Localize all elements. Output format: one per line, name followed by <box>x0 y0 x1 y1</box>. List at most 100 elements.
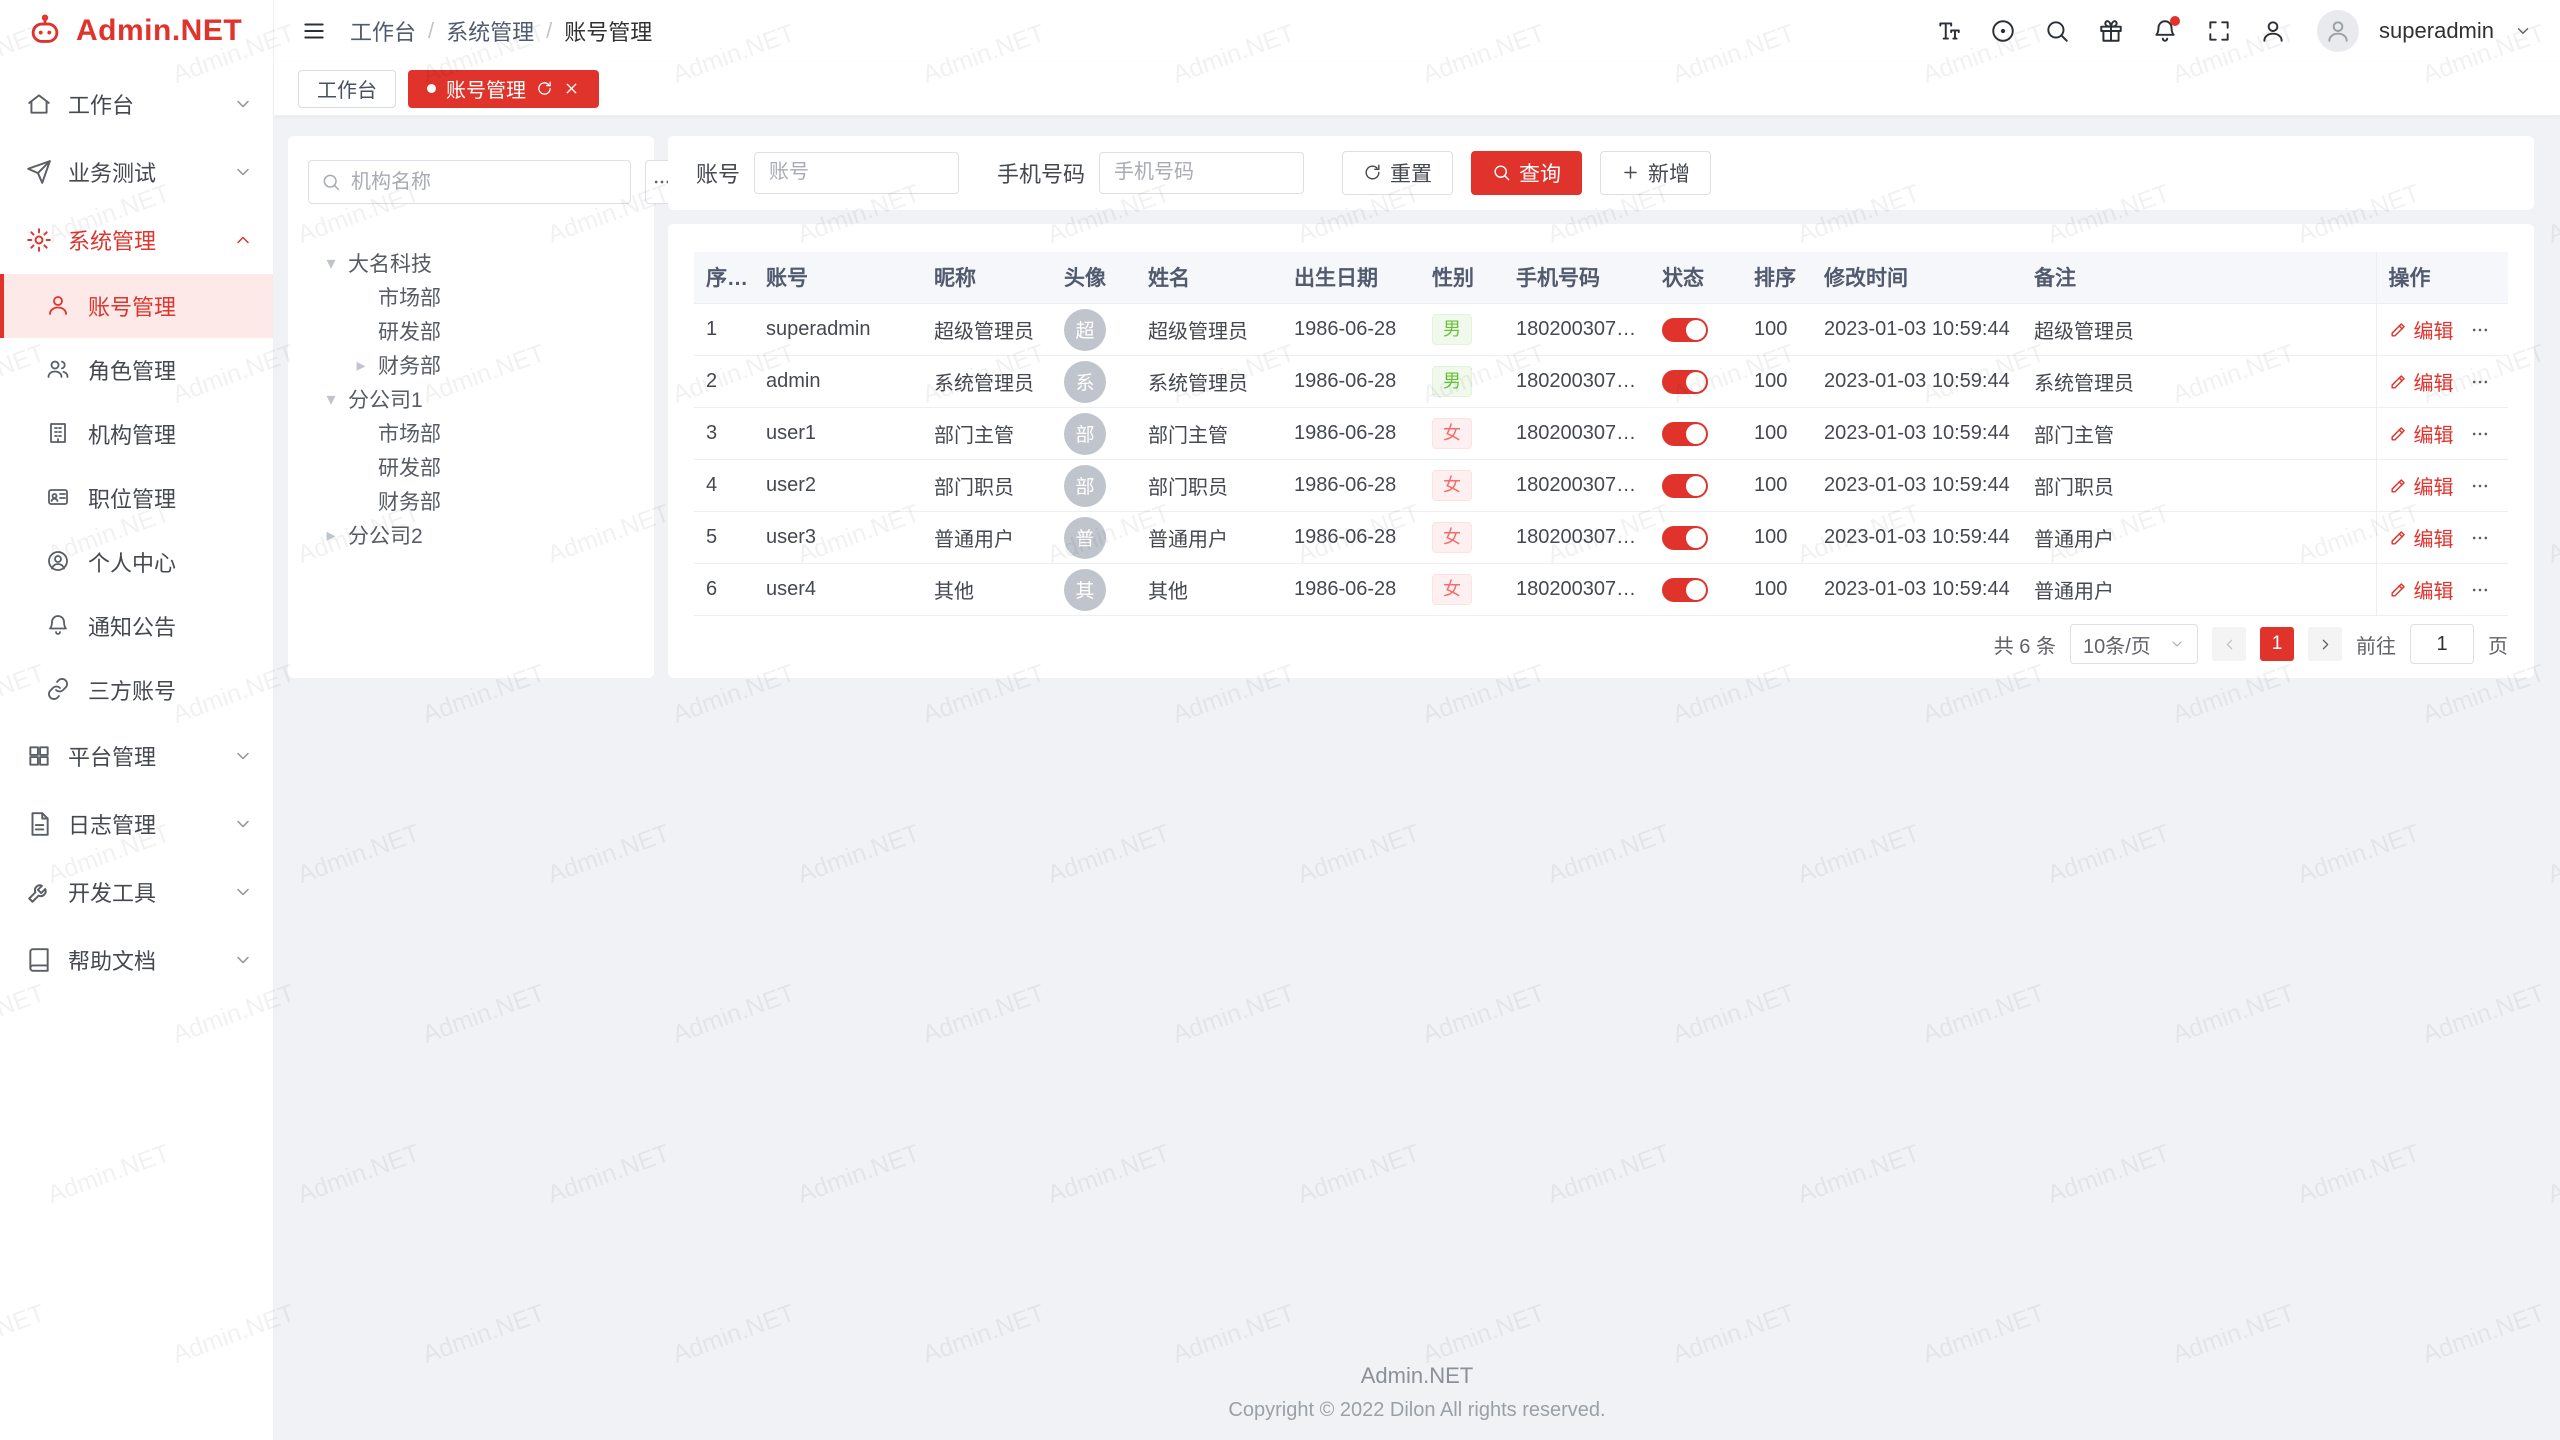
row-more-icon[interactable] <box>2470 372 2490 392</box>
tab-1[interactable]: 账号管理 <box>408 70 599 108</box>
skin-icon[interactable] <box>2095 15 2127 47</box>
breadcrumb-item-1[interactable]: 系统管理 <box>446 15 534 47</box>
font-size-icon[interactable] <box>1933 15 1965 47</box>
org-search-input[interactable] <box>349 170 618 195</box>
fullscreen-icon[interactable] <box>2203 15 2235 47</box>
caret-down-icon[interactable]: ▾ <box>318 253 344 274</box>
collapse-menu-icon[interactable] <box>298 15 330 47</box>
sidebar-item-0[interactable]: 工作台 <box>0 70 273 138</box>
cell-nickname: 超级管理员 <box>922 304 1052 356</box>
tree-node-2[interactable]: 研发部 <box>308 314 634 348</box>
cell-name: 普通用户 <box>1136 512 1282 564</box>
table-row: 3user1部门主管部部门主管1986-06-28女18020030720100… <box>694 408 2508 460</box>
cell-modified-time: 2023-01-03 10:59:44 <box>1812 356 2022 408</box>
edit-button[interactable]: 编辑 <box>2389 315 2454 344</box>
sidebar-item-6[interactable]: 帮助文档 <box>0 926 273 994</box>
sidebar-item-1[interactable]: 业务测试 <box>0 138 273 206</box>
row-more-icon[interactable] <box>2470 476 2490 496</box>
notifications-icon[interactable] <box>2149 15 2181 47</box>
sidebar-item-3[interactable]: 平台管理 <box>0 722 273 790</box>
search-icon[interactable] <box>2041 15 2073 47</box>
sidebar-subitem-1[interactable]: 角色管理 <box>0 338 273 402</box>
user-menu-chevron-icon[interactable] <box>2514 22 2532 40</box>
sidebar-subitem-3[interactable]: 职位管理 <box>0 466 273 530</box>
edit-button[interactable]: 编辑 <box>2389 471 2454 500</box>
caret-down-icon[interactable]: ▾ <box>318 389 344 410</box>
cell-birthdate: 1986-06-28 <box>1282 304 1420 356</box>
bell-icon <box>46 613 72 639</box>
sidebar-subitem-6[interactable]: 三方账号 <box>0 658 273 722</box>
theme-icon[interactable] <box>1987 15 2019 47</box>
tab-close-icon[interactable] <box>563 80 580 97</box>
logo[interactable]: Admin.NET <box>0 0 273 62</box>
status-toggle[interactable] <box>1662 370 1708 394</box>
sidebar-item-label: 平台管理 <box>68 740 217 772</box>
status-toggle[interactable] <box>1662 318 1708 342</box>
total-count: 共 6 条 <box>1994 630 2056 659</box>
tree-node-4[interactable]: ▾分公司1 <box>308 382 634 416</box>
cell-sort: 100 <box>1742 460 1812 512</box>
tree-node-7[interactable]: 财务部 <box>308 484 634 518</box>
edit-button[interactable]: 编辑 <box>2389 367 2454 396</box>
reset-button[interactable]: 重置 <box>1342 151 1453 195</box>
sidebar-subitem-label: 机构管理 <box>88 418 253 450</box>
caret-right-icon[interactable]: ▸ <box>318 525 344 546</box>
search-button[interactable]: 查询 <box>1471 151 1582 195</box>
tree-node-0[interactable]: ▾大名科技 <box>308 246 634 280</box>
tree-node-3[interactable]: ▸财务部 <box>308 348 634 382</box>
sidebar-item-4[interactable]: 日志管理 <box>0 790 273 858</box>
sidebar-subitem-0[interactable]: 账号管理 <box>0 274 273 338</box>
table-row: 6user4其他其其他1986-06-28女180200307201002023… <box>694 564 2508 616</box>
add-label: 新增 <box>1648 158 1690 188</box>
breadcrumb-item-0[interactable]: 工作台 <box>350 15 416 47</box>
table-head: 序号账号昵称头像姓名出生日期性别手机号码状态排序修改时间备注操作 <box>694 252 2508 304</box>
sidebar-subitem-label: 职位管理 <box>88 482 253 514</box>
next-page-button[interactable] <box>2308 627 2342 661</box>
edit-button[interactable]: 编辑 <box>2389 575 2454 604</box>
tab-0[interactable]: 工作台 <box>298 70 396 108</box>
sidebar-subitem-5[interactable]: 通知公告 <box>0 594 273 658</box>
sidebar-item-2[interactable]: 系统管理 <box>0 206 273 274</box>
row-more-icon[interactable] <box>2470 320 2490 340</box>
goto-page-input[interactable] <box>2410 624 2474 664</box>
tree-node-5[interactable]: 市场部 <box>308 416 634 450</box>
row-more-icon[interactable] <box>2470 528 2490 548</box>
page-size-select[interactable]: 10条/页 <box>2070 624 2198 664</box>
add-button[interactable]: 新增 <box>1600 151 1711 195</box>
sidebar-subitem-4[interactable]: 个人中心 <box>0 530 273 594</box>
status-toggle[interactable] <box>1662 422 1708 446</box>
refresh-icon <box>1363 163 1382 182</box>
profile-icon[interactable] <box>2257 15 2289 47</box>
row-more-icon[interactable] <box>2470 580 2490 600</box>
tab-refresh-icon[interactable] <box>536 80 553 97</box>
account-input[interactable] <box>754 152 959 194</box>
chevron-up-icon <box>233 230 253 250</box>
sidebar-subitem-2[interactable]: 机构管理 <box>0 402 273 466</box>
edit-button[interactable]: 编辑 <box>2389 419 2454 448</box>
cell-modified-time: 2023-01-03 10:59:44 <box>1812 408 2022 460</box>
sidebar-menu: 工作台业务测试系统管理账号管理角色管理机构管理职位管理个人中心通知公告三方账号平… <box>0 62 273 1440</box>
footer-title: Admin.NET <box>274 1363 2560 1389</box>
avatar[interactable] <box>2317 10 2359 52</box>
cell-avatar: 其 <box>1052 564 1136 616</box>
status-toggle[interactable] <box>1662 578 1708 602</box>
tree-node-6[interactable]: 研发部 <box>308 450 634 484</box>
log-icon <box>26 811 52 837</box>
sidebar-item-label: 业务测试 <box>68 156 217 188</box>
prev-page-button[interactable] <box>2212 627 2246 661</box>
breadcrumb-item-2[interactable]: 账号管理 <box>564 15 652 47</box>
row-more-icon[interactable] <box>2470 424 2490 444</box>
page-1-button[interactable]: 1 <box>2260 627 2294 661</box>
tree-node-1[interactable]: 市场部 <box>308 280 634 314</box>
top-header: 工作台/系统管理/账号管理 superadmin <box>274 0 2560 62</box>
status-toggle[interactable] <box>1662 474 1708 498</box>
tree-node-8[interactable]: ▸分公司2 <box>308 518 634 552</box>
sidebar-item-5[interactable]: 开发工具 <box>0 858 273 926</box>
status-toggle[interactable] <box>1662 526 1708 550</box>
caret-right-icon[interactable]: ▸ <box>348 355 374 376</box>
edit-button[interactable]: 编辑 <box>2389 523 2454 552</box>
cell-sort: 100 <box>1742 356 1812 408</box>
phone-input[interactable] <box>1099 152 1304 194</box>
current-user[interactable]: superadmin <box>2379 18 2494 44</box>
cell-name: 部门主管 <box>1136 408 1282 460</box>
